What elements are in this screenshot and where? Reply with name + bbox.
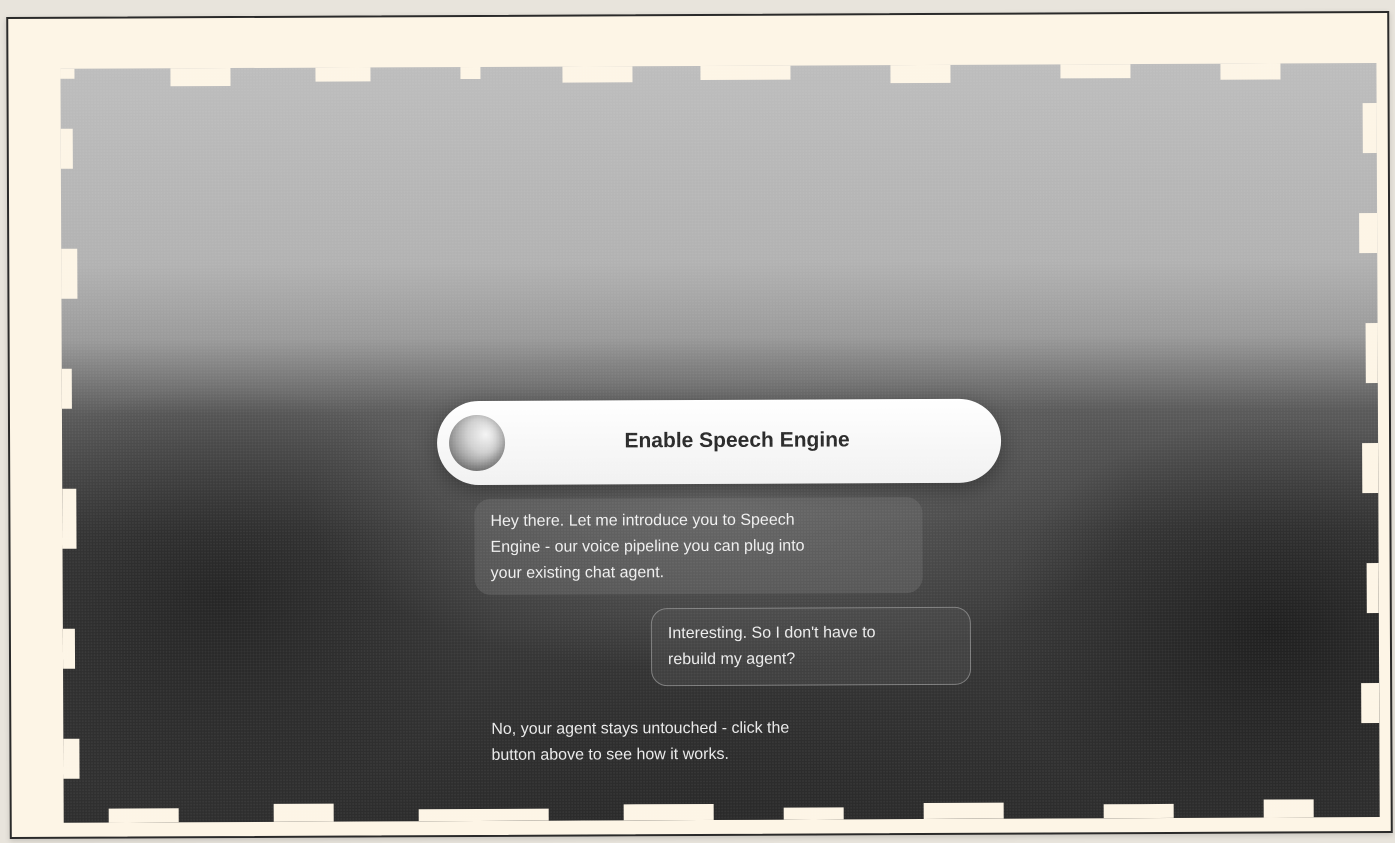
torn-edge bbox=[62, 488, 77, 549]
agent-message: Hey there. Let me introduce you to Speec… bbox=[474, 497, 923, 595]
torn-edge bbox=[1361, 683, 1380, 724]
torn-edge bbox=[60, 128, 73, 169]
torn-edge bbox=[460, 66, 481, 80]
speech-engine-screen: Enable Speech Engine Hey there. Let me i… bbox=[60, 63, 1380, 823]
torn-edge bbox=[700, 65, 791, 80]
torn-edge bbox=[61, 368, 72, 409]
torn-edge bbox=[923, 802, 1004, 820]
torn-edge bbox=[1366, 563, 1379, 614]
torn-edge bbox=[1362, 443, 1379, 494]
torn-edge bbox=[623, 803, 714, 821]
torn-edge bbox=[62, 628, 76, 669]
torn-edge bbox=[890, 64, 951, 84]
agent-message: No, your agent stays untouched - click t… bbox=[491, 719, 790, 764]
torn-edge bbox=[418, 808, 549, 822]
torn-edge bbox=[1362, 103, 1377, 154]
user-message: Interesting. So I don't have to rebuild … bbox=[650, 606, 972, 687]
torn-edge bbox=[1263, 799, 1314, 818]
torn-edge bbox=[562, 66, 633, 83]
torn-edge bbox=[108, 808, 179, 823]
paper-frame: Enable Speech Engine Hey there. Let me i… bbox=[6, 10, 1393, 840]
enable-speech-engine-button[interactable]: Enable Speech Engine bbox=[436, 398, 1002, 486]
torn-edge bbox=[783, 807, 844, 820]
torn-edge bbox=[273, 803, 334, 822]
torn-edge bbox=[1060, 64, 1131, 79]
torn-edge bbox=[1220, 63, 1281, 80]
torn-edge bbox=[63, 738, 80, 779]
torn-edge bbox=[315, 67, 371, 82]
torn-edge bbox=[1365, 323, 1378, 384]
torn-edge bbox=[170, 68, 231, 87]
enable-speech-engine-label: Enable Speech Engine bbox=[624, 428, 850, 453]
torn-edge bbox=[61, 248, 78, 299]
torn-edge bbox=[1103, 803, 1174, 819]
torn-edge bbox=[1359, 213, 1378, 254]
torn-edge bbox=[60, 68, 75, 79]
